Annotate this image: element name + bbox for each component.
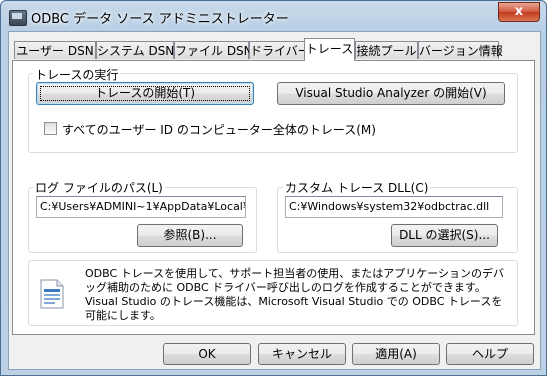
tab-system-dsn[interactable]: システム DSN — [96, 41, 174, 59]
browse-button[interactable]: 参照(B)... — [137, 224, 243, 247]
close-icon: x — [514, 4, 524, 19]
tab-user-dsn[interactable]: ユーザー DSN — [14, 41, 96, 59]
trace-run-group-label: トレースの実行 — [33, 66, 121, 83]
log-path-input[interactable]: C:¥Users¥ADMINI~1¥AppData¥Local¥Te — [36, 196, 246, 218]
cancel-button[interactable]: キャンセル — [258, 343, 346, 365]
window-title: ODBC データ ソース アドミニストレーター — [31, 12, 289, 27]
tab-file-dsn[interactable]: ファイル DSN — [174, 41, 253, 59]
close-button[interactable]: x — [498, 2, 540, 22]
tab-drivers[interactable]: ドライバー — [249, 41, 310, 59]
ok-button-label: OK — [198, 347, 216, 361]
log-path-group-label: ログ ファイルのパス(L) — [33, 179, 165, 196]
select-dll-button-label: DLL の選択(S)... — [399, 228, 490, 242]
start-vs-analyzer-label: Visual Studio Analyzer の開始(V) — [295, 86, 487, 100]
odbc-admin-window: ODBC データ ソース アドミニストレーター x ユーザー DSN システム … — [0, 0, 547, 376]
all-users-checkbox-label[interactable]: すべてのユーザー ID のコンピューター全体のトレース(M) — [62, 121, 376, 138]
tab-about[interactable]: バージョン情報 — [418, 41, 503, 59]
apply-button[interactable]: 適用(A) — [352, 343, 440, 365]
start-tracing-button[interactable]: トレースの開始(T) — [36, 82, 254, 105]
dialog-client: ユーザー DSN システム DSN ファイル DSN ドライバー トレース 接続… — [8, 31, 541, 370]
start-vs-analyzer-button[interactable]: Visual Studio Analyzer の開始(V) — [277, 82, 505, 105]
all-users-checkbox[interactable] — [44, 122, 57, 135]
info-text: ODBC トレースを使用して、サポート担当者の使用、またはアプリケーションのデバ… — [85, 267, 505, 322]
custom-dll-group-label: カスタム トレース DLL(C) — [283, 179, 431, 196]
focus-rectangle — [40, 86, 250, 101]
info-box: ODBC トレースを使用して、サポート担当者の使用、またはアプリケーションのデバ… — [28, 260, 518, 326]
title-bar[interactable]: ODBC データ ソース アドミニストレーター x — [1, 1, 546, 31]
document-info-icon — [40, 279, 64, 309]
ok-button[interactable]: OK — [163, 343, 251, 365]
help-button[interactable]: ヘルプ — [446, 343, 534, 365]
app-icon — [9, 10, 27, 26]
tab-connection-pooling[interactable]: 接続プール — [355, 41, 418, 59]
browse-button-label: 参照(B)... — [163, 228, 217, 242]
apply-button-label: 適用(A) — [375, 347, 417, 361]
cancel-button-label: キャンセル — [271, 347, 332, 361]
help-button-label: ヘルプ — [471, 347, 508, 361]
tracing-panel: トレースの実行 トレースの開始(T) Visual Studio Analyze… — [12, 60, 535, 335]
tab-tracing[interactable]: トレース — [304, 38, 355, 61]
select-dll-button[interactable]: DLL の選択(S)... — [391, 224, 498, 247]
custom-dll-input[interactable]: C:¥Windows¥system32¥odbctrac.dll — [285, 196, 503, 218]
